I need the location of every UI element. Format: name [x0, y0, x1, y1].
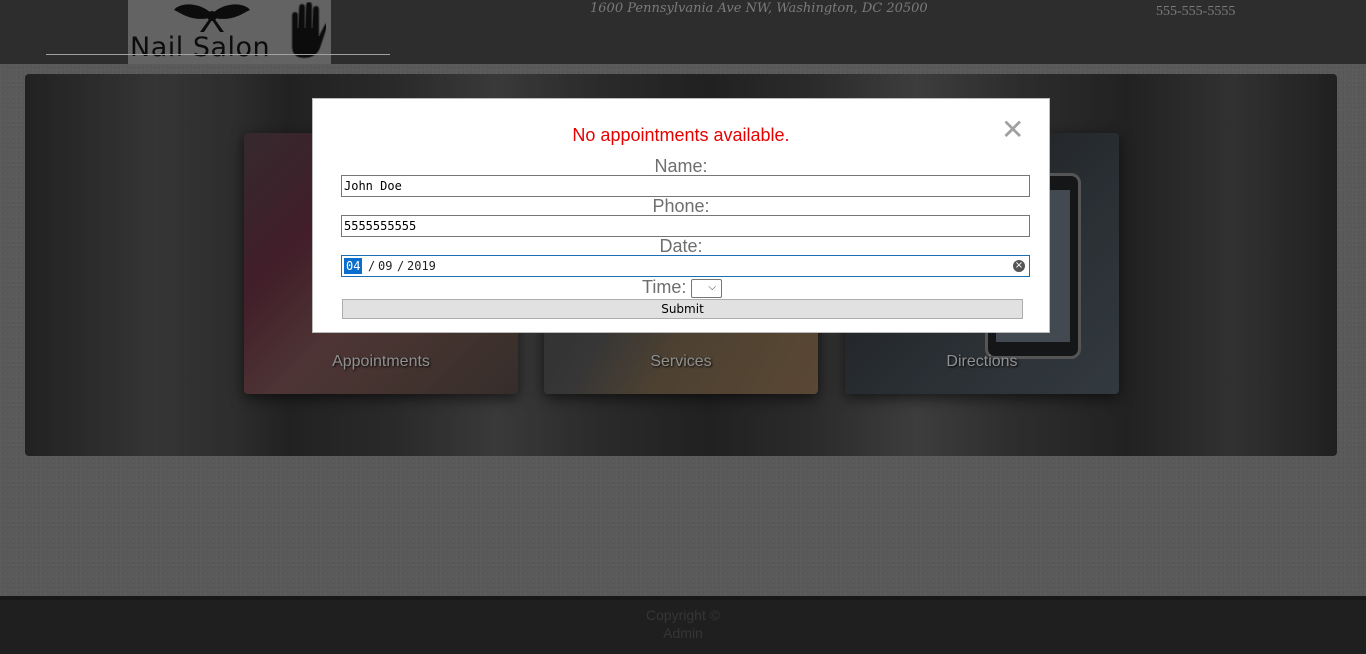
chevron-down-icon: ⌵: [708, 282, 716, 293]
date-month-segment[interactable]: 04: [344, 258, 363, 274]
phone-label: Phone:: [652, 196, 710, 216]
date-year-segment[interactable]: 2019: [405, 258, 438, 274]
date-input[interactable]: 04 / 09 / 2019 ×: [341, 255, 1030, 277]
availability-message: No appointments available.: [572, 125, 790, 145]
submit-button[interactable]: Submit: [342, 299, 1023, 319]
name-label: Name:: [654, 156, 708, 176]
appointment-modal: ✕ No appointments available. Name: Phone…: [312, 98, 1050, 333]
date-separator: /: [368, 259, 376, 273]
time-select[interactable]: ⌵: [691, 279, 722, 298]
phone-input[interactable]: [341, 215, 1030, 237]
date-day-segment[interactable]: 09: [376, 258, 394, 274]
date-label: Date:: [659, 236, 703, 256]
name-input[interactable]: [341, 175, 1030, 197]
time-label: Time:: [642, 277, 687, 297]
date-separator: /: [397, 259, 405, 273]
clear-icon[interactable]: ×: [1013, 260, 1025, 272]
